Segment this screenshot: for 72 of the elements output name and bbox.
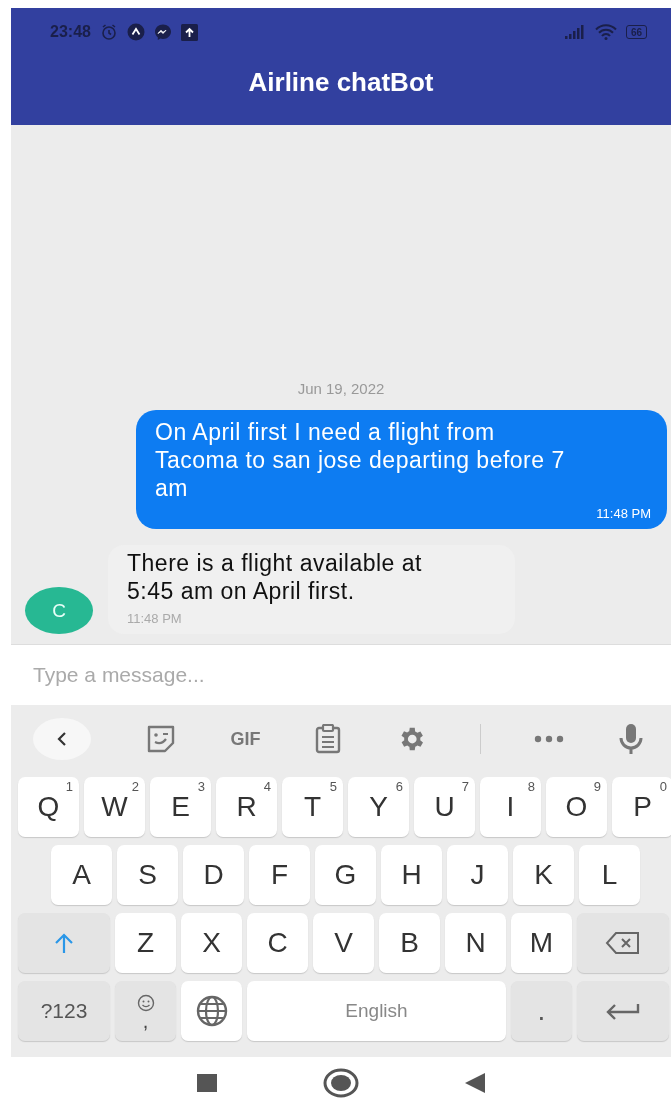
- date-label: Jun 19, 2022: [297, 380, 385, 397]
- message-text: On April first I need a flight from Tacoma to san jose departing before 7 am: [155, 418, 566, 502]
- keyboard-key[interactable]: Y 6: [348, 777, 409, 837]
- alarm-icon: [99, 23, 118, 41]
- keyboard-key[interactable]: L: [579, 845, 640, 905]
- key-hint: 3: [197, 779, 205, 794]
- keyboard-key[interactable]: X: [181, 913, 242, 973]
- smiley-icon: [136, 994, 155, 1012]
- key-hint: 5: [329, 779, 337, 794]
- keyboard-key[interactable]: D: [183, 845, 244, 905]
- chevron-left-icon: [56, 731, 68, 747]
- keyboard-key[interactable]: G: [315, 845, 376, 905]
- backspace-icon: [605, 931, 641, 955]
- globe-icon: [194, 994, 229, 1028]
- keyboard-key[interactable]: T 5: [282, 777, 343, 837]
- keyboard-key[interactable]: Q 1: [18, 777, 79, 837]
- keyboard-key[interactable]: N: [445, 913, 506, 973]
- keyboard-key[interactable]: H: [381, 845, 442, 905]
- status-time: 23:48: [50, 23, 91, 41]
- enter-key[interactable]: [577, 981, 669, 1041]
- key-hint: 0: [659, 779, 667, 794]
- more-icon[interactable]: [534, 735, 565, 743]
- key-hint: 1: [65, 779, 73, 794]
- keyboard-key[interactable]: S: [117, 845, 178, 905]
- keyboard-key[interactable]: U 7: [414, 777, 475, 837]
- message-time: 11:48 PM: [127, 611, 183, 626]
- period-key[interactable]: .: [511, 981, 572, 1041]
- key-hint: 2: [131, 779, 139, 794]
- caret-circle-icon: [126, 23, 145, 41]
- keyboard-key[interactable]: P 0: [612, 777, 671, 837]
- clipboard-icon[interactable]: [314, 724, 343, 754]
- comma-key[interactable]: ,: [115, 981, 176, 1041]
- home-icon[interactable]: [323, 1068, 359, 1098]
- keyboard-key[interactable]: K: [513, 845, 574, 905]
- upload-icon: [180, 23, 198, 41]
- key-hint: 4: [263, 779, 271, 794]
- keyboard-key[interactable]: C: [247, 913, 308, 973]
- keyboard-key[interactable]: O 9: [546, 777, 607, 837]
- avatar: C: [25, 587, 93, 634]
- message-time: 11:48 PM: [596, 506, 651, 521]
- recents-icon[interactable]: [196, 1074, 218, 1092]
- key-hint: 6: [395, 779, 403, 794]
- language-key[interactable]: [181, 981, 242, 1041]
- key-hint: 9: [593, 779, 601, 794]
- keyboard-key[interactable]: R 4: [216, 777, 277, 837]
- space-key[interactable]: English: [247, 981, 506, 1041]
- keyboard-key[interactable]: I 8: [480, 777, 541, 837]
- keyboard-key[interactable]: A: [51, 845, 112, 905]
- app-title: Airline chatBot: [248, 67, 434, 98]
- keyboard-key[interactable]: E 3: [150, 777, 211, 837]
- backspace-key[interactable]: [577, 913, 669, 973]
- wifi-icon: [594, 24, 617, 40]
- battery-icon: 66: [625, 25, 647, 39]
- key-hint: 8: [527, 779, 535, 794]
- enter-icon: [605, 1001, 641, 1021]
- signal-icon: [563, 25, 586, 39]
- message-field[interactable]: Type a message...: [31, 662, 651, 688]
- key-hint: 7: [461, 779, 469, 794]
- back-icon[interactable]: [464, 1072, 486, 1094]
- gif-button[interactable]: GIF: [230, 728, 261, 750]
- keyboard-key[interactable]: J: [447, 845, 508, 905]
- keyboard-key[interactable]: F: [249, 845, 310, 905]
- symbols-key[interactable]: ?123: [18, 981, 110, 1041]
- keyboard-key[interactable]: Z: [115, 913, 176, 973]
- keyboard-key[interactable]: M: [511, 913, 572, 973]
- message-text: There is a flight available at 5:45 am on April first.: [127, 549, 423, 605]
- microphone-icon[interactable]: [617, 723, 644, 755]
- keyboard-key[interactable]: V: [313, 913, 374, 973]
- messenger-icon: [153, 23, 172, 41]
- keyboard-key[interactable]: B: [379, 913, 440, 973]
- keyboard-key[interactable]: W 2: [84, 777, 145, 837]
- arrow-up-icon: [54, 932, 74, 954]
